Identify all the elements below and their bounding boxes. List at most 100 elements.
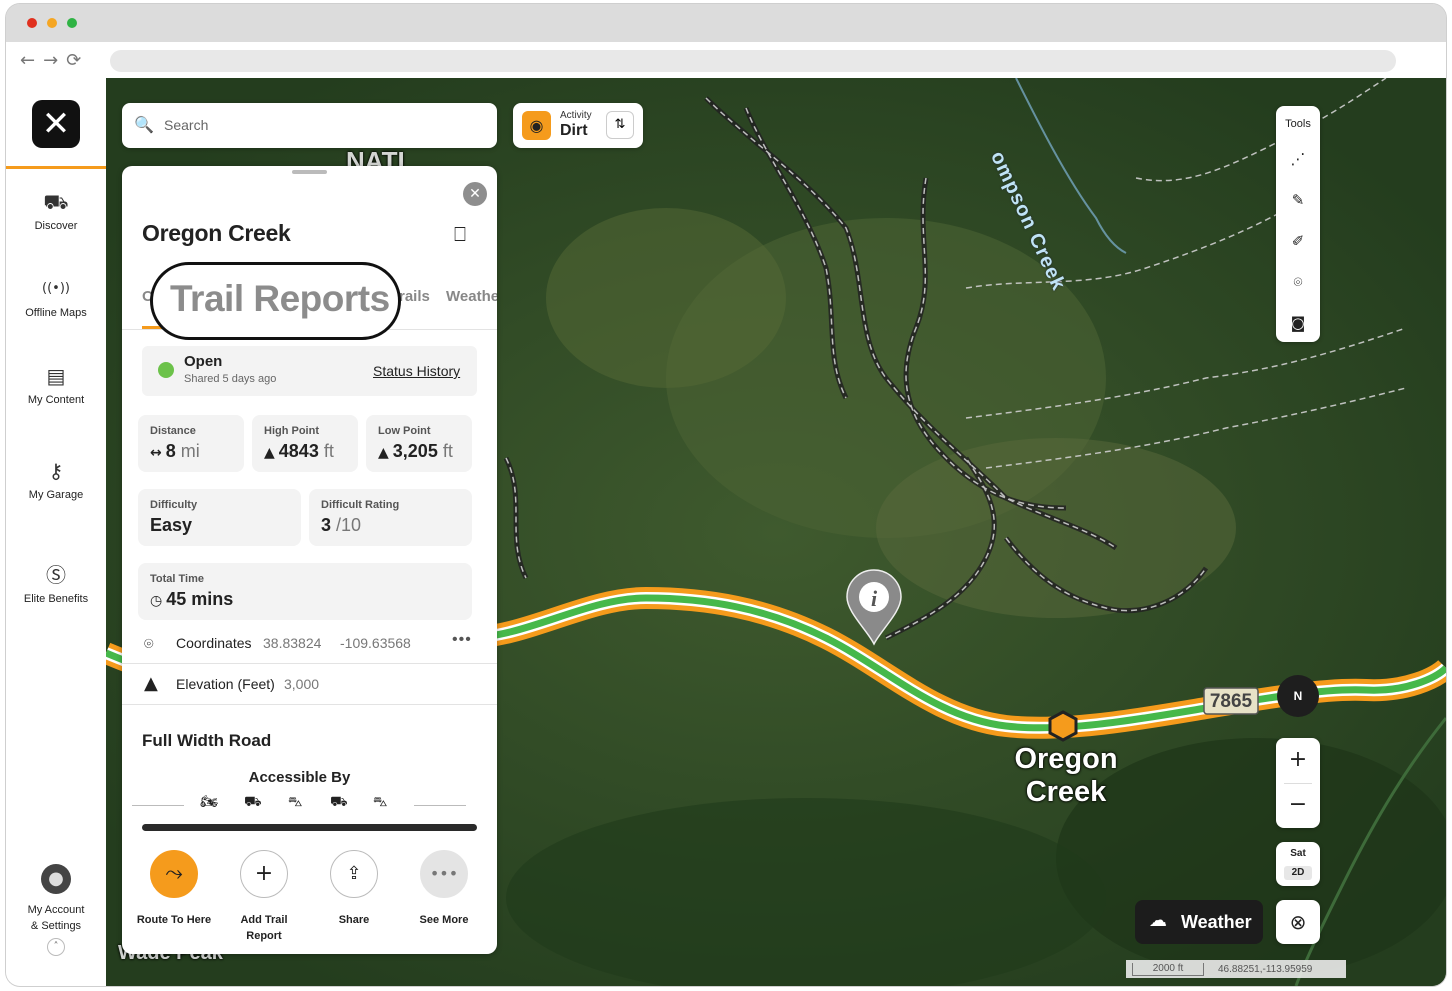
stat-value: ▲ 3,205 ft [378,441,453,462]
sidebar-item-my-content[interactable]: ▤ My Content [6,362,106,406]
stat-value: ▲ 4843 ft [264,441,334,462]
weather-label: Weather [1181,912,1252,932]
filter-icon[interactable]: ⇅ [606,111,634,139]
share-icon: ⇪ [330,850,378,898]
sidebar-item-account[interactable]: ● My Account & Settings ˄ [6,864,106,956]
maximize-window-dot[interactable] [67,18,77,28]
back-icon[interactable]: ← [20,50,35,71]
longitude-value: -109.63568 [340,635,411,651]
search-box[interactable]: 🔍 Search [122,103,497,148]
zoom-controls: + − [1276,738,1320,828]
recenter-icon[interactable]: ⊗ [1276,900,1320,944]
cursor-coordinates: 46.88251,-113.95959 [1218,964,1313,975]
camera-icon[interactable]: ◙ [1276,314,1320,332]
account-label-line2: & Settings [30,920,82,932]
activity-selector[interactable]: ◉ Activity Dirt ⇅ [513,103,643,148]
rating-unit: /10 [336,515,362,535]
action-label: Add Trail Report [240,914,288,942]
drag-handle[interactable] [292,170,327,174]
distance-unit: mi [180,441,200,461]
chevron-up-icon[interactable]: ˄ [47,938,65,956]
zoom-out-icon[interactable]: − [1276,792,1320,817]
compass-button[interactable]: N [1277,675,1319,717]
stat-label: High Point [264,425,319,437]
forward-icon[interactable]: → [43,50,58,71]
divider [414,805,466,806]
minimize-window-dot[interactable] [47,18,57,28]
sidebar-item-elite-benefits[interactable]: Ⓢ Elite Benefits [6,561,106,605]
stat-total-time: Total Time ◷ 45 mins [138,563,472,620]
stat-high-point: High Point ▲ 4843 ft [252,415,358,472]
close-icon[interactable]: ✕ [463,182,487,206]
stat-label: Difficult Rating [321,499,400,511]
dirt-activity-icon: ◉ [522,111,551,140]
my-content-icon: ▤ [46,364,66,388]
stat-value: ↔ 8 mi [150,441,200,462]
stat-distance: Distance ↔ 8 mi [138,415,244,472]
sidebar-item-label: Elite Benefits [23,593,89,605]
route-to-here-button[interactable]: ⤳ Route To Here [129,850,219,928]
search-input[interactable]: Search [164,117,208,133]
vehicle-icons: 🏍 ⛟ ⛍ ⛟ ⛍ [132,794,467,814]
route-builder-icon[interactable]: ⋰ [1276,150,1320,168]
logo-area: ✕ [6,78,106,169]
high-point-value: 4843 [278,441,319,461]
edit-track-icon[interactable]: ✐ [1276,232,1320,250]
coordinates-row: ⌾ Coordinates 38.83824 -109.63568 ••• [122,623,497,664]
url-input[interactable] [110,50,1396,72]
sidebar-item-my-garage[interactable]: ⚷ My Garage [6,457,106,501]
map-scale: 2000 ft 46.88251,-113.95959 [1126,960,1346,978]
stat-low-point: Low Point ▲ 3,205 ft [366,415,472,472]
tab-trails[interactable]: rails [399,288,430,305]
stat-label: Total Time [150,573,204,585]
distance-icon: ↔ [150,445,162,461]
reload-icon[interactable]: ⟳ [66,50,81,71]
road-type-title: Full Width Road [142,731,272,750]
utv-icon: ⛟ [330,794,348,810]
add-trail-report-button[interactable]: + Add Trail Report [219,850,309,944]
address-bar-row: ← → ⟳ [6,42,1446,78]
coordinates-label: Coordinates [176,635,252,651]
tab-weather[interactable]: Weathe [446,288,497,305]
road-number-label: 7865 [1209,691,1253,712]
app-logo-icon[interactable]: ✕ [32,100,80,148]
side-by-side-icon: ⛍ [288,794,303,810]
share-button[interactable]: ⇪ Share [309,850,399,928]
stat-difficulty-rating: Difficult Rating 3 /10 [309,489,472,546]
sidebar-item-offline-maps[interactable]: ((•)) Offline Maps [6,275,106,319]
stat-value: ◷ 45 mins [150,589,233,610]
location-pin-icon: ⌾ [144,634,154,653]
difficulty-value: Easy [150,515,193,535]
elevation-label: Elevation (Feet) [176,676,275,692]
draw-icon[interactable]: ✎ [1276,191,1320,209]
waypoint-icon[interactable]: ⌾ [1276,273,1320,291]
more-options-icon[interactable]: ••• [452,631,472,649]
rating-value: 3 [321,515,332,535]
route-icon: ⤳ [150,850,198,898]
app: ✕ ⛟ Discover ((•)) Offline Maps ▤ My Con… [6,78,1446,986]
tab-trail-reports[interactable]: Trail Reports [150,262,401,340]
tab-bar: O rails Weathe Trail Reports [122,258,497,340]
avatar: ● [41,864,71,894]
place-label-line1: Oregon [1014,743,1118,775]
place-label-oregon-creek: Oregon Creek [1011,743,1121,809]
bookmark-icon[interactable]: ⎕ [454,222,466,246]
browser-window: ← → ⟳ ✕ ⛟ Discover ((•)) Offline Maps ▤ … [6,4,1446,986]
map-layer-toggle[interactable]: Sat 2D [1276,842,1320,886]
layer-type-label: Sat [1290,848,1306,859]
dollar-icon: Ⓢ [46,563,66,587]
trail-detail-panel: ✕ Oregon Creek ⎕ O rails Weathe Trail Re… [122,166,497,954]
zoom-in-icon[interactable]: + [1276,747,1320,772]
sidebar-item-label: My Content [27,394,85,406]
weather-button[interactable]: ☁ Weather [1135,900,1263,944]
weather-cloud-icon: ☁ [1149,910,1167,931]
see-more-button[interactable]: ••• See More [399,850,489,928]
tools-title: Tools [1285,118,1311,130]
close-window-dot[interactable] [27,18,37,28]
sidebar: ✕ ⛟ Discover ((•)) Offline Maps ▤ My Con… [6,78,106,986]
low-point-unit: ft [442,441,453,461]
sidebar-item-discover[interactable]: ⛟ Discover [6,188,106,232]
action-label: Route To Here [136,914,212,926]
elevation-row: ▲ Elevation (Feet) 3,000 [122,664,497,705]
status-history-link[interactable]: Status History [373,363,460,379]
